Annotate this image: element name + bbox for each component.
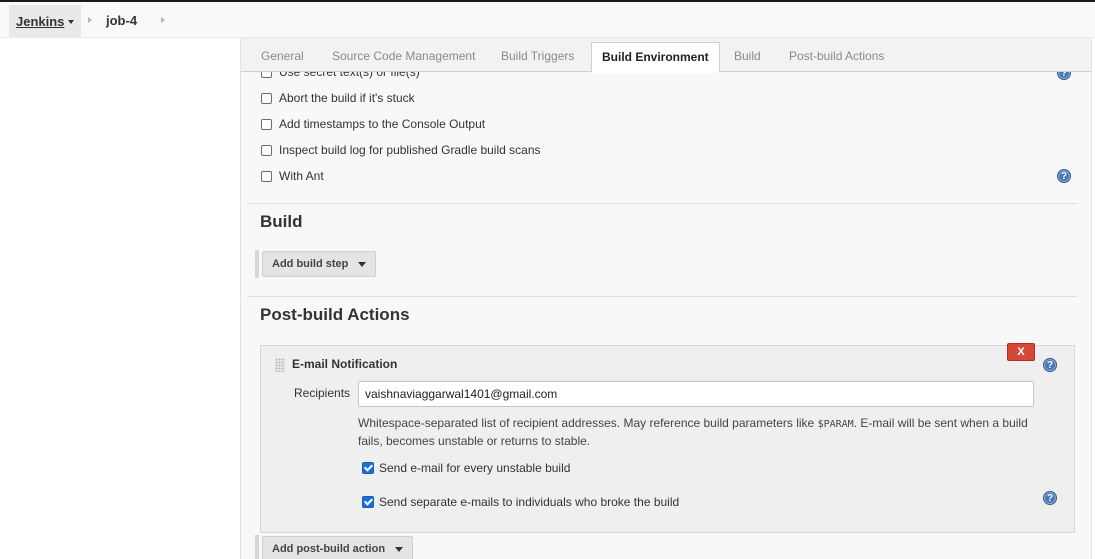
tab-general[interactable]: General bbox=[261, 49, 304, 63]
section-divider bbox=[247, 296, 1077, 297]
chevron-down-icon bbox=[358, 262, 367, 267]
checkbox[interactable] bbox=[261, 92, 272, 104]
drag-handle-icon[interactable] bbox=[275, 358, 285, 372]
checkbox[interactable] bbox=[261, 144, 272, 156]
help-text-code: $PARAM bbox=[817, 419, 854, 430]
tab-build-triggers[interactable]: Build Triggers bbox=[501, 49, 574, 63]
option-abort-stuck[interactable]: Abort the build if it's stuck bbox=[261, 91, 415, 105]
breadcrumb-job[interactable]: job-4 bbox=[106, 13, 137, 28]
add-build-step-label: Add build step bbox=[272, 258, 349, 270]
config-panel: General Source Code Management Build Tri… bbox=[240, 38, 1092, 559]
help-icon[interactable]: ? bbox=[1057, 169, 1071, 183]
checkbox-checked[interactable] bbox=[362, 496, 374, 508]
option-unstable-build[interactable]: Send e-mail for every unstable build bbox=[362, 461, 570, 475]
option-label: Inspect build log for published Gradle b… bbox=[279, 143, 541, 157]
breadcrumb-jenkins-label: Jenkins bbox=[16, 14, 65, 29]
post-build-action-bar bbox=[255, 535, 259, 559]
tab-build[interactable]: Build bbox=[734, 49, 761, 63]
tab-post-build-actions[interactable]: Post-build Actions bbox=[789, 49, 884, 63]
help-icon[interactable]: ? bbox=[1043, 358, 1057, 372]
breadcrumb-separator-icon bbox=[161, 17, 165, 23]
config-tabbar: General Source Code Management Build Tri… bbox=[241, 38, 1091, 73]
help-text-part1: Whitespace-separated list of recipient a… bbox=[358, 416, 818, 430]
recipients-help-text: Whitespace-separated list of recipient a… bbox=[358, 415, 1028, 449]
option-label: Send e-mail for every unstable build bbox=[379, 461, 571, 475]
option-individuals[interactable]: Send separate e-mails to individuals who… bbox=[362, 495, 679, 509]
option-label: Send separate e-mails to individuals who… bbox=[379, 495, 680, 509]
chevron-down-icon bbox=[395, 547, 404, 552]
option-with-ant[interactable]: With Ant bbox=[261, 169, 324, 183]
checkbox[interactable] bbox=[261, 170, 272, 182]
recipients-input[interactable] bbox=[358, 381, 1034, 407]
email-notification-title: E-mail Notification bbox=[292, 357, 398, 371]
recipients-label: Recipients bbox=[294, 386, 351, 400]
chevron-down-icon[interactable] bbox=[68, 20, 75, 24]
option-label: Add timestamps to the Console Output bbox=[279, 117, 486, 131]
checkbox-checked[interactable] bbox=[362, 462, 374, 474]
build-section-title: Build bbox=[260, 212, 303, 231]
tab-build-environment[interactable]: Build Environment bbox=[591, 42, 720, 73]
post-build-section-title: Post-build Actions bbox=[260, 305, 410, 324]
option-timestamps[interactable]: Add timestamps to the Console Output bbox=[261, 117, 485, 131]
add-post-build-action-button[interactable]: Add post-build action bbox=[262, 536, 414, 559]
breadcrumb-jenkins[interactable]: Jenkins bbox=[9, 5, 82, 38]
delete-button[interactable]: X bbox=[1007, 343, 1035, 361]
breadcrumb-separator-icon bbox=[88, 17, 92, 23]
option-label: With Ant bbox=[279, 169, 324, 183]
breadcrumb: Jenkins job-4 bbox=[0, 2, 1095, 38]
add-build-step-button[interactable]: Add build step bbox=[262, 251, 377, 277]
email-notification-panel: E-mail Notification X ? Recipients White… bbox=[260, 343, 1075, 533]
checkbox[interactable] bbox=[261, 118, 272, 130]
help-icon[interactable]: ? bbox=[1043, 491, 1057, 505]
add-post-build-action-label: Add post-build action bbox=[272, 543, 386, 555]
option-label: Abort the build if it's stuck bbox=[279, 91, 415, 105]
tab-source-code-management[interactable]: Source Code Management bbox=[332, 49, 475, 63]
option-gradle-scans[interactable]: Inspect build log for published Gradle b… bbox=[261, 143, 541, 157]
section-divider bbox=[247, 203, 1077, 204]
build-step-bar bbox=[255, 250, 259, 278]
